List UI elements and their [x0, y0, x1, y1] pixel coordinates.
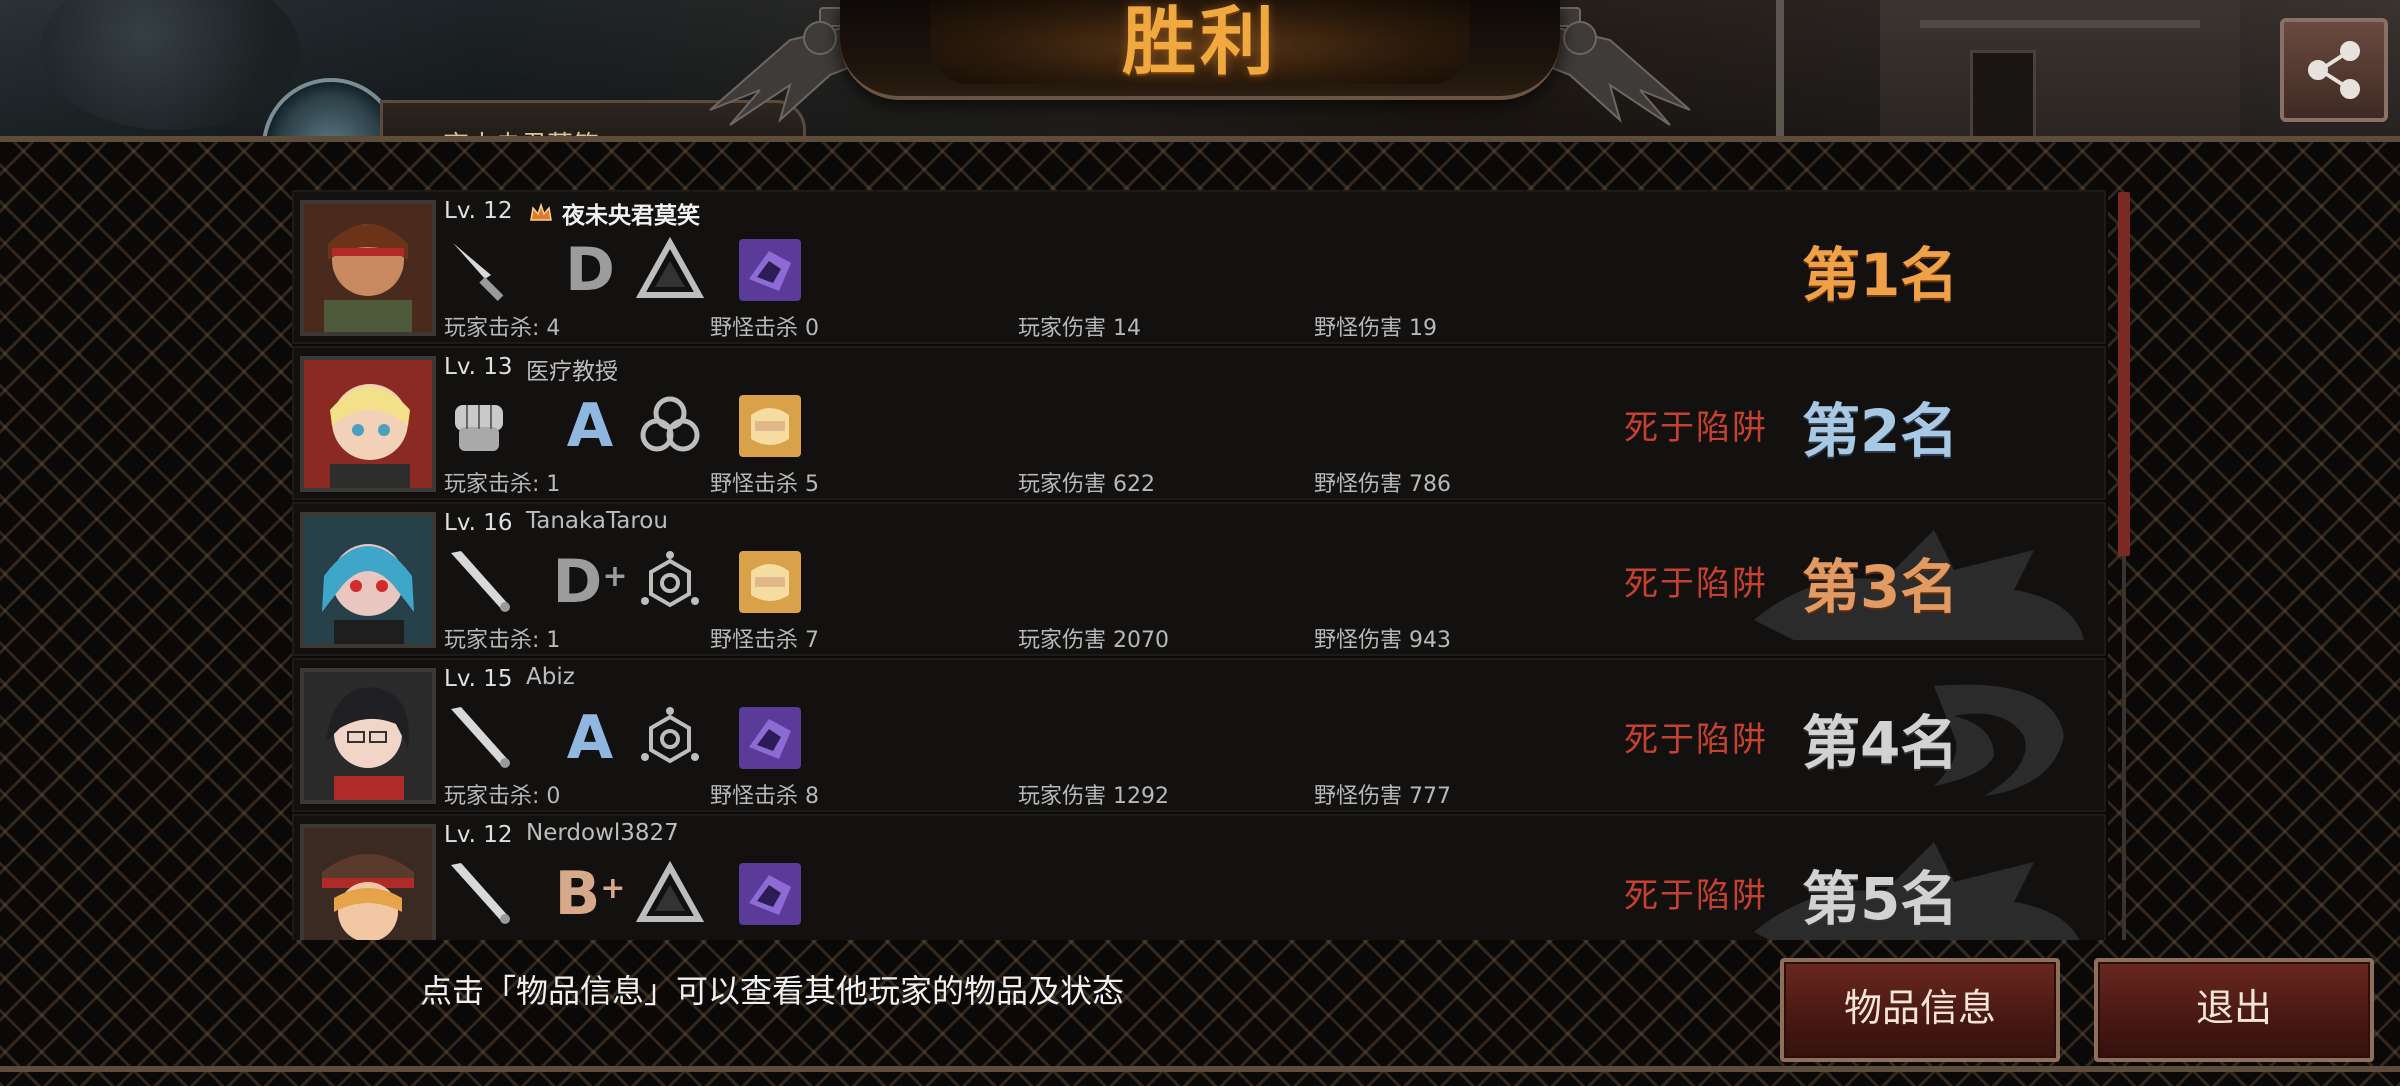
player-name: 医疗教授 — [526, 359, 618, 385]
player-level: Lv. 12 — [444, 198, 513, 224]
grade-badge: A — [566, 391, 614, 461]
player-kills: 玩家击杀: 1 — [444, 628, 561, 653]
player-avatar — [300, 200, 436, 336]
player-avatar — [300, 512, 436, 648]
player-name: 夜未央君莫笑 — [562, 203, 700, 229]
player-avatar — [300, 668, 436, 804]
monster-damage: 野怪伤害 943 — [1314, 628, 1451, 653]
rank-label: 第5名 — [1802, 865, 1959, 933]
hexagon-icon — [634, 702, 706, 774]
gold-item-icon[interactable] — [734, 390, 806, 462]
player-level: Lv. 16 — [444, 510, 513, 536]
share-button[interactable] — [2280, 18, 2388, 122]
death-cause: 死于陷阱 — [1624, 720, 1768, 760]
bat-icon — [444, 702, 516, 774]
house-background — [1880, 0, 2240, 146]
player-kills: 玩家击杀: 0 — [444, 784, 561, 809]
exit-button[interactable]: 退出 — [2094, 958, 2374, 1062]
player-row[interactable]: Lv. 16 TanakaTarou D + 玩家击杀: 1 野怪击杀 7 玩家伤… — [292, 502, 2106, 656]
player-kills: 玩家击杀: 4 — [444, 316, 561, 341]
player-damage: 玩家伤害 14 — [1018, 316, 1141, 341]
player-level: Lv. 13 — [444, 354, 513, 380]
grade-badge: A — [566, 703, 614, 773]
player-row[interactable]: Lv. 15 Abiz A 玩家击杀: 0 野怪击杀 8 玩家伤害 1292 野… — [292, 658, 2106, 812]
monster-kills: 野怪击杀 7 — [710, 628, 819, 653]
player-kills: 玩家击杀: 1 — [444, 472, 561, 497]
monster-damage: 野怪伤害 777 — [1314, 784, 1451, 809]
player-avatar — [300, 356, 436, 492]
bat-icon — [444, 546, 516, 618]
share-icon — [2308, 41, 2360, 99]
death-cause: 死于陷阱 — [1624, 876, 1768, 916]
player-damage: 玩家伤害 2070 — [1018, 628, 1169, 653]
grade-badge: B + — [554, 859, 626, 929]
monster-damage: 野怪伤害 19 — [1314, 316, 1437, 341]
rank-label: 第1名 — [1802, 241, 1959, 309]
player-row[interactable]: Lv. 13 医疗教授 A 玩家击杀: 1 野怪击杀 5 玩家伤害 622 野怪… — [292, 346, 2106, 500]
purple-item-icon[interactable] — [734, 702, 806, 774]
monster-damage: 野怪伤害 786 — [1314, 472, 1451, 497]
player-damage: 玩家伤害 622 — [1018, 472, 1155, 497]
grade-badge: D + — [552, 547, 628, 617]
crown-icon — [530, 202, 552, 221]
tree-silhouette — [40, 0, 300, 130]
triangle-icon — [634, 858, 706, 930]
monster-kills: 野怪击杀 5 — [710, 472, 819, 497]
purple-item-icon[interactable] — [734, 858, 806, 930]
death-cause: 死于陷阱 — [1624, 564, 1768, 604]
player-row[interactable]: Lv. 12 Nerdowl3827 B + 死于陷阱 第5名 — [292, 814, 2106, 940]
panel-bottom-border — [0, 1066, 2400, 1072]
victory-title: 胜利 — [1122, 0, 1278, 85]
monster-kills: 野怪击杀 0 — [710, 316, 819, 341]
item-info-button[interactable]: 物品信息 — [1780, 958, 2060, 1062]
player-name: TanakaTarou — [526, 508, 668, 534]
player-level: Lv. 15 — [444, 666, 513, 692]
results-list[interactable]: Lv. 12 夜未央君莫笑 D 玩家击杀: 4 野怪击杀 0 玩家伤害 14 野… — [292, 190, 2108, 940]
gold-item-icon[interactable] — [734, 546, 806, 618]
purple-item-icon[interactable] — [734, 234, 806, 306]
hexagon-icon — [634, 546, 706, 618]
rank-label: 第2名 — [1802, 397, 1959, 465]
player-level: Lv. 12 — [444, 822, 513, 848]
street-pole — [1776, 0, 1784, 140]
player-name: Nerdowl3827 — [526, 820, 679, 846]
rank-label: 第3名 — [1802, 553, 1959, 621]
monster-kills: 野怪击杀 8 — [710, 784, 819, 809]
scrollbar-thumb[interactable] — [2118, 192, 2130, 556]
player-damage: 玩家伤害 1292 — [1018, 784, 1169, 809]
bat-icon — [444, 858, 516, 930]
fist-icon — [444, 390, 516, 462]
triple-ring-icon — [634, 390, 706, 462]
player-name: Abiz — [526, 664, 575, 690]
death-cause: 死于陷阱 — [1624, 408, 1768, 448]
grade-badge: D — [565, 235, 615, 305]
rank-label: 第4名 — [1802, 709, 1959, 777]
player-avatar — [300, 824, 436, 940]
knife-icon — [444, 234, 516, 306]
player-row[interactable]: Lv. 12 夜未央君莫笑 D 玩家击杀: 4 野怪击杀 0 玩家伤害 14 野… — [292, 190, 2106, 344]
hint-text: 点击「物品信息」可以查看其他玩家的物品及状态 — [420, 972, 1125, 1010]
triangle-icon — [634, 234, 706, 306]
